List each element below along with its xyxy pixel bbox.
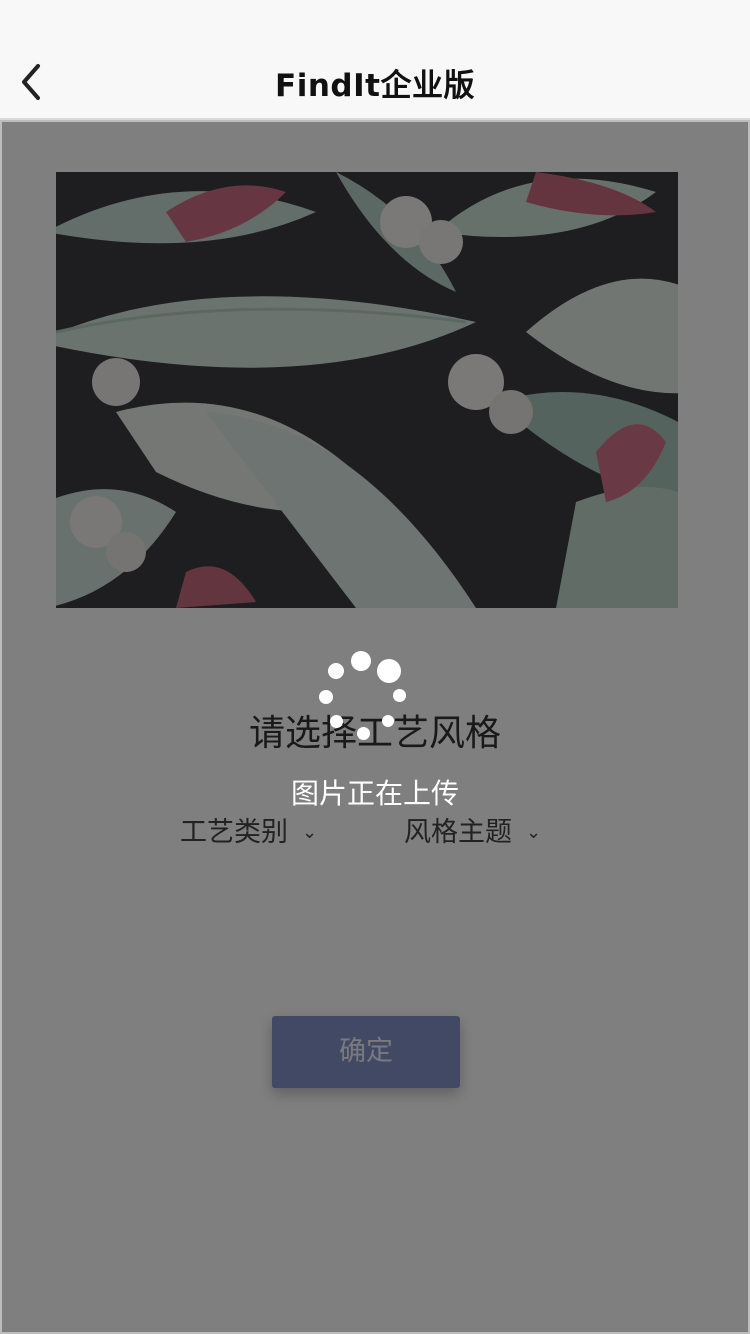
- upload-status-text: 图片正在上传: [290, 777, 459, 810]
- page-title: FindIt企业版: [275, 68, 475, 104]
- navbar: FindIt企业版: [0, 0, 750, 120]
- spinner-icon: [310, 648, 414, 744]
